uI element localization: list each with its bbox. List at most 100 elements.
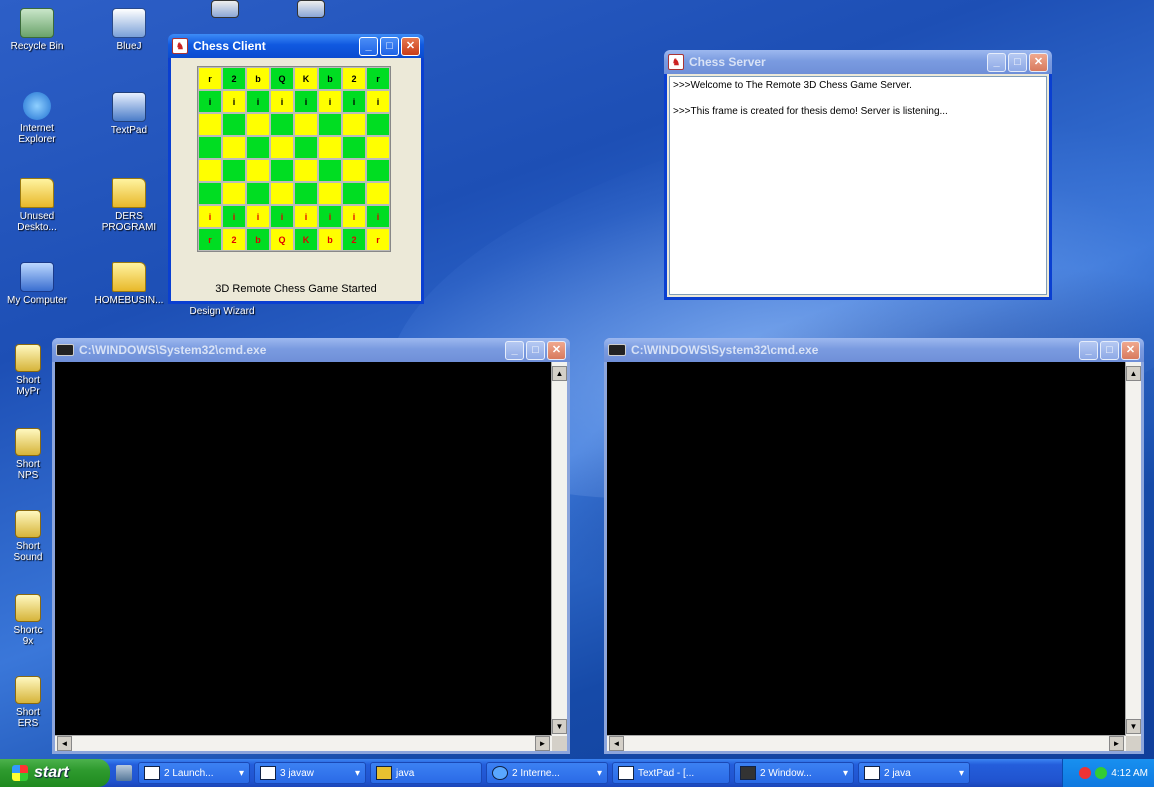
- board-square[interactable]: i: [199, 206, 221, 227]
- scroll-down-arrow-icon[interactable]: ▼: [1126, 719, 1141, 734]
- horizontal-scrollbar[interactable]: ◄ ►: [607, 735, 1126, 751]
- board-square[interactable]: i: [199, 91, 221, 112]
- board-square[interactable]: [271, 183, 293, 204]
- chess-piece[interactable]: i: [348, 211, 360, 223]
- scroll-down-arrow-icon[interactable]: ▼: [552, 719, 567, 734]
- chess-piece[interactable]: i: [276, 211, 288, 223]
- board-square[interactable]: i: [343, 91, 365, 112]
- board-square[interactable]: [271, 114, 293, 135]
- board-square[interactable]: r: [199, 68, 221, 89]
- chess-piece[interactable]: i: [204, 211, 216, 223]
- chess-piece[interactable]: Q: [276, 234, 288, 246]
- board-square[interactable]: [319, 183, 341, 204]
- chess-piece[interactable]: r: [372, 73, 384, 85]
- board-square[interactable]: [199, 114, 221, 135]
- board-square[interactable]: [223, 137, 245, 158]
- board-square[interactable]: [367, 183, 389, 204]
- chess-piece[interactable]: r: [204, 234, 216, 246]
- board-square[interactable]: i: [343, 206, 365, 227]
- board-square[interactable]: i: [319, 206, 341, 227]
- desktop-icon-my-computer[interactable]: My Computer: [2, 262, 72, 306]
- chess-piece[interactable]: i: [372, 96, 384, 108]
- chess-piece[interactable]: Q: [276, 73, 288, 85]
- minimize-button[interactable]: _: [359, 36, 378, 56]
- board-square[interactable]: [343, 160, 365, 181]
- horizontal-scrollbar[interactable]: ◄ ►: [55, 735, 552, 751]
- board-square[interactable]: i: [223, 91, 245, 112]
- board-square[interactable]: i: [295, 91, 317, 112]
- board-square[interactable]: [319, 137, 341, 158]
- board-square[interactable]: i: [247, 206, 269, 227]
- chess-piece[interactable]: i: [276, 96, 288, 108]
- chess-board[interactable]: r2bQKb2riiiiiiiiiiiiiiiir2bQKb2r: [197, 66, 391, 252]
- taskbar-button-internet[interactable]: 2 Interne... ▾: [486, 762, 608, 784]
- desktop-icon-shortcut-3[interactable]: Short Sound: [8, 510, 48, 563]
- chess-piece[interactable]: i: [372, 211, 384, 223]
- taskbar-button-javaw[interactable]: 3 javaw ▾: [254, 762, 366, 784]
- board-square[interactable]: i: [271, 91, 293, 112]
- board-square[interactable]: [295, 183, 317, 204]
- vertical-scrollbar[interactable]: ▲ ▼: [551, 362, 567, 736]
- board-square[interactable]: [343, 137, 365, 158]
- taskbar-button-java-folder[interactable]: java: [370, 762, 482, 784]
- chess-piece[interactable]: 2: [228, 73, 240, 85]
- desktop-icon-homebusin[interactable]: HOMEBUSIN...: [94, 262, 164, 306]
- maximize-button[interactable]: □: [380, 36, 399, 56]
- board-square[interactable]: i: [271, 206, 293, 227]
- chess-piece[interactable]: i: [348, 96, 360, 108]
- resize-grip[interactable]: [1126, 736, 1141, 751]
- board-square[interactable]: b: [247, 229, 269, 250]
- scroll-up-arrow-icon[interactable]: ▲: [1126, 366, 1141, 381]
- chess-piece[interactable]: r: [372, 234, 384, 246]
- board-square[interactable]: [247, 114, 269, 135]
- vertical-scrollbar[interactable]: ▲ ▼: [1125, 362, 1141, 736]
- board-square[interactable]: b: [247, 68, 269, 89]
- chess-piece[interactable]: 2: [348, 234, 360, 246]
- chess-piece[interactable]: i: [228, 96, 240, 108]
- desktop-icon-unused-desktop[interactable]: Unused Deskto...: [2, 178, 72, 233]
- board-square[interactable]: [295, 137, 317, 158]
- desktop-icon-shortcut-2[interactable]: Short NPS: [8, 428, 48, 481]
- board-square[interactable]: [319, 114, 341, 135]
- board-square[interactable]: Q: [271, 68, 293, 89]
- chess-piece[interactable]: 2: [348, 73, 360, 85]
- board-square[interactable]: [247, 160, 269, 181]
- minimize-button[interactable]: _: [987, 52, 1006, 72]
- taskbar-button-java[interactable]: 2 java ▾: [858, 762, 970, 784]
- chess-piece[interactable]: i: [324, 211, 336, 223]
- chess-piece[interactable]: i: [252, 211, 264, 223]
- scroll-right-arrow-icon[interactable]: ►: [1109, 736, 1124, 751]
- chess-client-titlebar[interactable]: ♞ Chess Client _ □ ✕: [168, 34, 424, 58]
- desktop-icon-shortcut-4[interactable]: Shortc 9x: [8, 594, 48, 647]
- tray-icon[interactable]: [1079, 767, 1092, 779]
- cmd-titlebar[interactable]: C:\WINDOWS\System32\cmd.exe _ □ ✕: [604, 338, 1144, 362]
- board-square[interactable]: [247, 183, 269, 204]
- chess-piece[interactable]: b: [324, 234, 336, 246]
- board-square[interactable]: [199, 137, 221, 158]
- quick-launch-icon[interactable]: [116, 765, 132, 781]
- chess-piece[interactable]: 2: [228, 234, 240, 246]
- board-square[interactable]: [343, 183, 365, 204]
- console-output[interactable]: [55, 362, 552, 736]
- chess-piece[interactable]: i: [300, 96, 312, 108]
- board-square[interactable]: r: [199, 229, 221, 250]
- scroll-left-arrow-icon[interactable]: ◄: [609, 736, 624, 751]
- board-square[interactable]: K: [295, 229, 317, 250]
- board-square[interactable]: K: [295, 68, 317, 89]
- board-square[interactable]: [319, 160, 341, 181]
- close-button[interactable]: ✕: [401, 36, 420, 56]
- start-button[interactable]: start: [0, 759, 110, 787]
- minimize-button[interactable]: _: [505, 340, 524, 360]
- board-square[interactable]: [199, 160, 221, 181]
- board-square[interactable]: 2: [223, 68, 245, 89]
- board-square[interactable]: r: [367, 68, 389, 89]
- chess-piece[interactable]: i: [300, 211, 312, 223]
- cmd-window-right[interactable]: C:\WINDOWS\System32\cmd.exe _ □ ✕ ▲ ▼ ◄ …: [604, 338, 1144, 754]
- board-square[interactable]: i: [319, 91, 341, 112]
- maximize-button[interactable]: □: [1100, 340, 1119, 360]
- taskbar-button-textpad[interactable]: TextPad - [...: [612, 762, 730, 784]
- board-square[interactable]: [223, 183, 245, 204]
- cmd-titlebar[interactable]: C:\WINDOWS\System32\cmd.exe _ □ ✕: [52, 338, 570, 362]
- chess-piece[interactable]: i: [228, 211, 240, 223]
- board-square[interactable]: b: [319, 68, 341, 89]
